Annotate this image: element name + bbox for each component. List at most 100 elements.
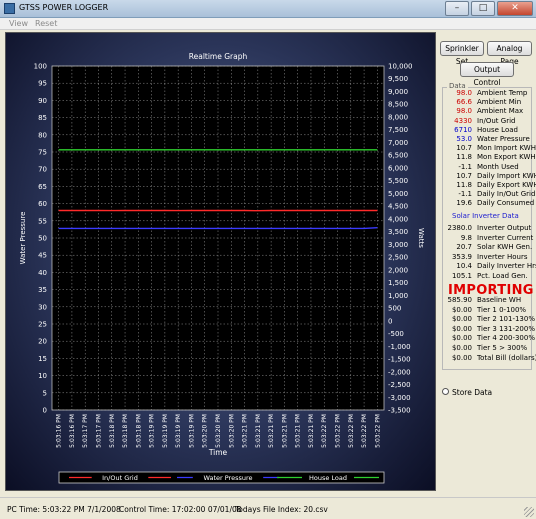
x-tick-label: 5:03:22 PM: [374, 414, 381, 448]
x-tick-label: 5:03:17 PM: [95, 414, 102, 448]
reading-value: 98.0: [456, 89, 472, 97]
x-tick-label: 5:03:21 PM: [295, 414, 302, 448]
reading-row: 11.8 Mon Export KWH: [444, 153, 535, 162]
bill-row: 585.90 Baseline WH: [444, 296, 534, 305]
y-tick-label: 0: [43, 407, 47, 415]
reading-value: 11.8: [456, 153, 472, 162]
y-axis-label: Water Pressure: [19, 212, 27, 265]
reading-value: 4330: [454, 116, 472, 125]
menu-bar: View Reset: [0, 18, 536, 30]
y-tick-label: 45: [38, 252, 47, 260]
bill-label: Tier 5 > 300%: [477, 344, 528, 352]
bill-row: $0.00 Tier 2 101-130%: [444, 315, 535, 324]
menu-reset[interactable]: Reset: [35, 19, 57, 28]
bill-label: Baseline WH: [477, 296, 522, 304]
reading-label: In/Out Grid: [477, 116, 516, 125]
y2-tick-label: 7,500: [388, 126, 408, 134]
x-tick-label: 5:03:22 PM: [361, 414, 368, 448]
y2-tick-label: 10,000: [388, 63, 413, 71]
y2-tick-label: 8,000: [388, 113, 408, 121]
reading-label: Ambient Temp: [477, 89, 528, 97]
reading-row: 11.8 Daily Export KWH: [444, 181, 536, 190]
reading-label: Daily Import KWH: [477, 171, 536, 180]
solar-row: 10.4 Daily Inverter Hrs: [444, 262, 536, 271]
y2-tick-label: -500: [388, 330, 404, 338]
reading-row: 53.0 Water Pressure: [444, 135, 534, 144]
reading-value: 6710: [454, 125, 472, 134]
reading-row: 19.6 Daily Consumed: [444, 199, 534, 208]
solar-label: Pct. Load Gen.: [477, 271, 528, 280]
bill-label: Tier 1 0-100%: [477, 305, 527, 314]
solar-value: 353.9: [451, 252, 472, 261]
reading-value: 98.0: [456, 107, 472, 116]
x-tick-label: 5:03:19 PM: [149, 414, 156, 448]
reading-value: 10.7: [456, 144, 472, 153]
x-tick-label: 5:03:18 PM: [109, 414, 116, 448]
bill-row: $0.00 Tier 3 131-200%: [444, 324, 535, 334]
y-tick-label: 40: [38, 269, 47, 277]
y2-tick-label: 1,000: [388, 292, 408, 300]
bill-row: $0.00 Total Bill (dollars): [444, 353, 536, 363]
y2-tick-label: 500: [388, 305, 401, 313]
solar-label: Inverter Output: [477, 224, 532, 232]
reading-row: 10.7 Mon Import KWH: [444, 144, 536, 153]
y2-tick-label: 2,000: [388, 266, 408, 274]
minimize-button[interactable]: –: [445, 1, 469, 16]
reading-label: Ambient Min: [477, 98, 522, 107]
y-tick-label: 95: [38, 80, 47, 88]
analog-page-button[interactable]: Analog Page: [487, 41, 532, 66]
solar-row: 2380.0 Inverter Output: [444, 224, 534, 233]
x-tick-label: 5:03:16 PM: [56, 414, 63, 448]
solar-value: 10.4: [456, 262, 472, 270]
bill-value: $0.00: [451, 334, 472, 343]
realtime-chart: 0 5 10 15 20 25 30 35 40 45 50 55 60 65 70 75 80 85 90 95 10…: [19, 52, 425, 484]
menu-view[interactable]: View: [9, 19, 28, 28]
series-line: [58, 227, 378, 230]
bill-value: $0.00: [451, 344, 472, 352]
y2-tick-label: 7,000: [388, 139, 408, 147]
bill-label: Total Bill (dollars): [477, 353, 536, 362]
store-data-radio[interactable]: [442, 388, 449, 395]
x-tick-label: 5:03:18 PM: [135, 414, 142, 448]
close-button[interactable]: ✕: [497, 1, 533, 16]
realtime-chart-panel: 0 5 10 15 20 25 30 35 40 45 50 55 60 65 70 75 80 85 90 95 10…: [5, 32, 436, 491]
reading-label: Daily In/Out Grid: [477, 190, 536, 199]
reading-row: -1.1 Daily In/Out Grid: [444, 190, 536, 199]
y2-tick-label: 2,500: [388, 254, 408, 262]
y-tick-label: 25: [38, 321, 47, 329]
y-tick-label: 50: [38, 235, 47, 243]
output-control-button[interactable]: Output Control: [460, 62, 514, 87]
x-tick-label: 5:03:17 PM: [82, 414, 89, 448]
sprinkler-set-button[interactable]: Sprinkler Set: [440, 41, 484, 66]
bill-label: Tier 2 101-130%: [477, 315, 535, 324]
maximize-button[interactable]: □: [471, 1, 495, 16]
x-tick-label: 5:03:20 PM: [202, 414, 209, 448]
y-tick-label: 5: [43, 389, 47, 397]
x-tick-label: 5:03:22 PM: [348, 414, 355, 448]
y2-tick-label: 1,500: [388, 279, 408, 287]
y-tick-label: 10: [38, 372, 47, 380]
reading-row: -1.1 Month Used: [444, 163, 534, 172]
x-axis-label: Time: [208, 448, 228, 457]
bill-value: $0.00: [451, 305, 472, 314]
y-tick-label: 30: [38, 303, 47, 311]
solar-label: Inverter Hours: [477, 252, 528, 261]
reading-label: Daily Consumed: [477, 199, 535, 208]
pc-time-text: PC Time: 5:03:22 PM 7/1/2008: [7, 505, 121, 514]
reading-label: Daily Export KWH: [477, 181, 536, 189]
reading-row: 4330 In/Out Grid: [444, 117, 534, 126]
solar-label: Solar KWH Gen.: [477, 243, 533, 251]
resize-grip[interactable]: [524, 507, 534, 517]
legend-label: Water Pressure: [203, 474, 252, 482]
x-tick-label: 5:03:19 PM: [162, 414, 169, 448]
x-tick-label: 5:03:19 PM: [175, 414, 182, 448]
y2-tick-label: -1,500: [388, 356, 411, 364]
x-tick-label: 5:03:20 PM: [228, 414, 235, 448]
solar-value: 9.8: [460, 233, 472, 242]
store-data-label[interactable]: Store Data: [452, 388, 492, 397]
y-tick-label: 70: [38, 166, 47, 174]
bill-label: Tier 3 131-200%: [477, 324, 535, 333]
reading-label: Month Used: [477, 162, 519, 171]
legend-label: House Load: [309, 474, 347, 482]
solar-label: Daily Inverter Hrs: [477, 262, 536, 270]
